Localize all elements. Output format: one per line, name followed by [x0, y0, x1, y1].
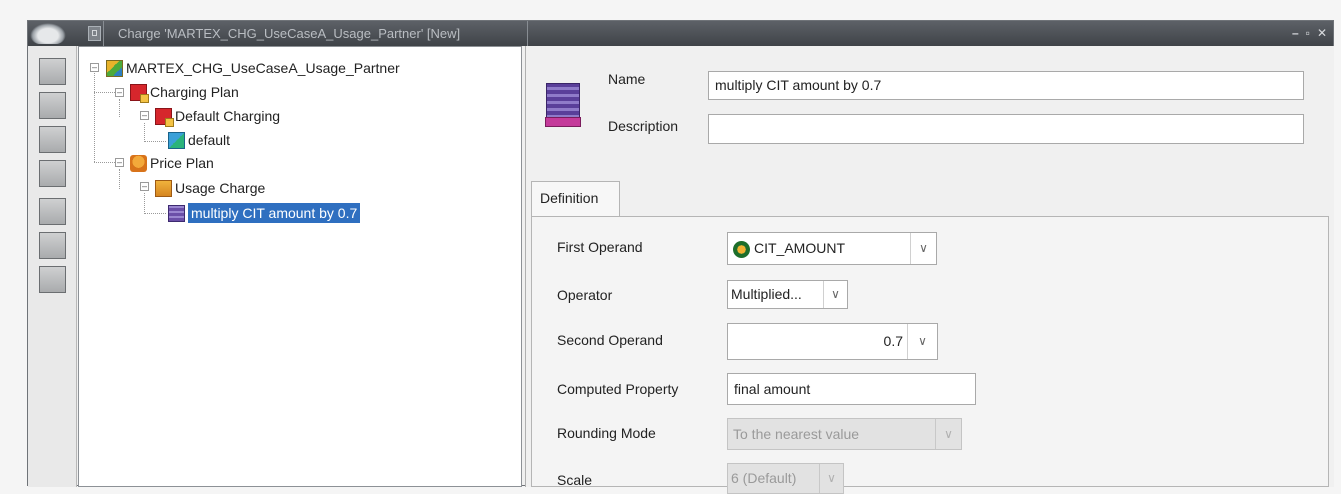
chevron-down-icon: ∨ [935, 419, 961, 449]
computed-property-field[interactable]: final amount [727, 373, 976, 405]
tree-item-default-charging[interactable]: Default Charging [155, 106, 281, 127]
definition-tab-body: First Operand CIT_AMOUNT ∨ Operator Mult… [531, 216, 1329, 494]
formula-icon [168, 204, 185, 222]
close-button[interactable]: ✕ [1317, 21, 1327, 46]
document-icon [88, 26, 101, 41]
toolbar-button-4[interactable] [39, 160, 66, 187]
tree-item-usage-charge[interactable]: Usage Charge [155, 178, 265, 198]
tree-item-label-selected: multiply CIT amount by 0.7 [188, 203, 361, 223]
chevron-down-icon: ∨ [819, 464, 843, 493]
tree-connector [94, 64, 95, 162]
charge-icon [106, 59, 123, 77]
chevron-down-icon[interactable]: ∨ [910, 233, 936, 264]
collapse-toggle-charging-plan[interactable]: – [115, 88, 124, 97]
property-icon [733, 240, 750, 258]
tree-connector [94, 92, 115, 93]
default-rule-icon [168, 131, 185, 149]
tab-definition[interactable]: Definition [531, 181, 620, 216]
name-label: Name [608, 71, 646, 87]
toolbar-button-7[interactable] [39, 266, 66, 293]
second-operand-label: Second Operand [557, 332, 663, 348]
toolbar-button-1[interactable] [39, 58, 66, 85]
second-operand-spinner[interactable]: 0.7 ∨ [727, 323, 938, 360]
left-toolbar [28, 46, 77, 487]
scale-select: 6 (Default) ∨ [727, 463, 844, 494]
name-field[interactable]: multiply CIT amount by 0.7 [708, 71, 1304, 100]
chevron-down-icon[interactable]: ∨ [823, 281, 847, 308]
window-title: Charge 'MARTEX_CHG_UseCaseA_Usage_Partne… [103, 21, 528, 46]
tree-connector [94, 162, 115, 163]
scale-value: 6 (Default) [731, 470, 797, 486]
rounding-mode-select: To the nearest value ∨ [727, 418, 962, 450]
second-operand-value: 0.7 [883, 333, 903, 349]
restore-button[interactable]: ▫ [1306, 21, 1310, 46]
minimize-button[interactable]: – [1292, 21, 1299, 46]
operator-value: Multiplied... [731, 286, 802, 302]
rounding-mode-label: Rounding Mode [557, 425, 656, 441]
operator-select[interactable]: Multiplied... ∨ [727, 280, 848, 309]
collapse-toggle-usage-charge[interactable]: – [140, 182, 149, 191]
operator-label: Operator [557, 287, 613, 303]
tree-connector [144, 123, 145, 142]
toolbar-button-6[interactable] [39, 232, 66, 259]
formula-icon [545, 83, 581, 127]
first-operand-select[interactable]: CIT_AMOUNT ∨ [727, 232, 937, 265]
toolbar-button-3[interactable] [39, 126, 66, 153]
tree-item-label: MARTEX_CHG_UseCaseA_Usage_Partner [126, 60, 400, 76]
tree-item-charging-plan[interactable]: Charging Plan [130, 82, 239, 103]
description-label: Description [608, 118, 679, 134]
price-plan-icon [130, 154, 147, 172]
charge-tree: – – – – – MARTEX_CHG_UseCaseA_Usage_Part… [78, 46, 522, 487]
tree-connector [119, 169, 120, 189]
tree-item-label: Charging Plan [150, 84, 239, 100]
tree-item-formula[interactable]: multiply CIT amount by 0.7 [168, 203, 361, 223]
tree-connector [144, 213, 166, 214]
toolbar-button-5[interactable] [39, 198, 66, 225]
collapse-toggle-default-charging[interactable]: – [140, 111, 149, 120]
window-controls: – ▫ ✕ [1292, 21, 1327, 46]
tree-connector [144, 193, 145, 214]
tree-item-label: default [188, 132, 231, 148]
title-bar[interactable]: Charge 'MARTEX_CHG_UseCaseA_Usage_Partne… [28, 21, 1333, 46]
toolbar-button-2[interactable] [39, 92, 66, 119]
first-operand-label: First Operand [557, 239, 643, 255]
collapse-toggle-root[interactable]: – [90, 63, 99, 72]
tree-item-label: Price Plan [150, 155, 214, 171]
rounding-mode-value: To the nearest value [733, 426, 860, 442]
charge-editor-window: Charge 'MARTEX_CHG_UseCaseA_Usage_Partne… [27, 20, 1334, 494]
detail-panel: Name multiply CIT amount by 0.7 Descript… [525, 46, 1334, 494]
charging-plan-icon [155, 107, 174, 127]
chevron-down-icon[interactable]: ∨ [907, 324, 937, 359]
first-operand-value: CIT_AMOUNT [754, 240, 845, 256]
tree-connector [144, 141, 166, 142]
tree-item-label: Usage Charge [175, 180, 266, 196]
description-field[interactable] [708, 114, 1304, 144]
tree-item-root[interactable]: MARTEX_CHG_UseCaseA_Usage_Partner [106, 58, 400, 78]
charging-plan-icon [130, 83, 149, 103]
tree-connector [119, 99, 120, 117]
app-logo-icon [30, 23, 66, 44]
collapse-toggle-price-plan[interactable]: – [115, 158, 124, 167]
tree-item-default[interactable]: default [168, 130, 230, 150]
computed-property-label: Computed Property [557, 381, 679, 397]
usage-charge-icon [155, 179, 172, 197]
tree-item-label: Default Charging [175, 108, 281, 124]
tree-item-price-plan[interactable]: Price Plan [130, 153, 214, 173]
